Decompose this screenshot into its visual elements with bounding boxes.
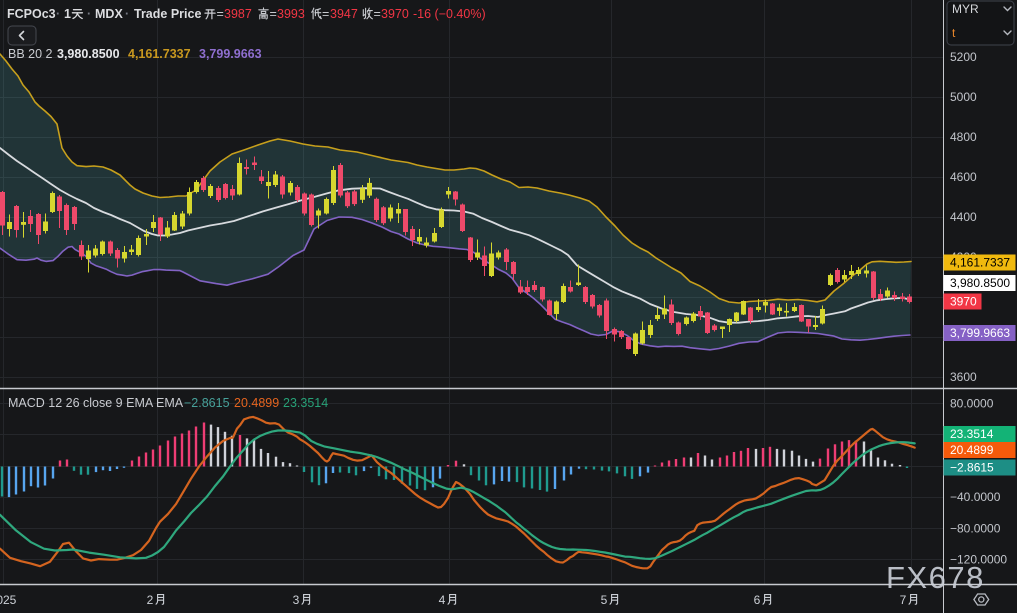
svg-text:4800: 4800 [950, 130, 977, 144]
svg-text:MYR: MYR [952, 2, 979, 16]
svg-text:5000: 5000 [950, 90, 977, 104]
svg-text:5200: 5200 [950, 50, 977, 64]
svg-text:−2.8615: −2.8615 [184, 396, 230, 410]
svg-text:·: · [56, 7, 60, 21]
svg-text:BB 20 2: BB 20 2 [8, 47, 53, 61]
svg-text:=: = [270, 7, 277, 21]
svg-text:=: = [374, 7, 381, 21]
svg-text:2: 2 [147, 593, 154, 607]
svg-text:3,799.9663: 3,799.9663 [950, 326, 1010, 340]
svg-text:3,799.9663: 3,799.9663 [199, 47, 262, 61]
svg-text:23.3514: 23.3514 [950, 427, 994, 441]
svg-text:−80.0000: −80.0000 [950, 521, 1001, 535]
svg-text:3970: 3970 [381, 7, 409, 21]
svg-text:−40.0000: −40.0000 [950, 490, 1001, 504]
svg-text:−2.8615: −2.8615 [950, 461, 994, 475]
svg-text:3: 3 [293, 593, 300, 607]
svg-text:-16 (−0.40%): -16 (−0.40%) [413, 7, 486, 21]
svg-text:4,161.7337: 4,161.7337 [950, 256, 1010, 270]
svg-text:7: 7 [900, 593, 907, 607]
svg-text:3947: 3947 [330, 7, 358, 21]
svg-text:6: 6 [754, 593, 761, 607]
svg-text:3,980.8500: 3,980.8500 [57, 47, 120, 61]
svg-text:2025: 2025 [0, 593, 17, 607]
svg-text:20.4899: 20.4899 [234, 396, 279, 410]
svg-text:·: · [87, 7, 91, 21]
svg-text:=: = [322, 7, 329, 21]
svg-text:20.4899: 20.4899 [950, 443, 994, 457]
svg-text:4600: 4600 [950, 170, 977, 184]
svg-text:5: 5 [601, 593, 608, 607]
svg-text:23.3514: 23.3514 [283, 396, 328, 410]
svg-text:=: = [217, 7, 224, 21]
svg-text:3993: 3993 [277, 7, 305, 21]
svg-text:4400: 4400 [950, 210, 977, 224]
svg-text:1: 1 [64, 7, 71, 21]
svg-text:Trade Price: Trade Price [134, 7, 201, 21]
svg-text:3600: 3600 [950, 370, 977, 384]
svg-text:4,161.7337: 4,161.7337 [128, 47, 191, 61]
svg-text:MACD 12 26 close 9 EMA EMA: MACD 12 26 close 9 EMA EMA [8, 396, 184, 410]
svg-text:4: 4 [439, 593, 446, 607]
svg-text:MDX: MDX [95, 7, 123, 21]
svg-text:·: · [125, 7, 129, 21]
svg-text:3987: 3987 [224, 7, 252, 21]
svg-text:FX678: FX678 [886, 560, 985, 595]
svg-text:3970: 3970 [950, 295, 977, 309]
svg-text:3,980.8500: 3,980.8500 [950, 276, 1010, 290]
svg-text:80.0000: 80.0000 [950, 396, 994, 410]
svg-text:FCPOc3: FCPOc3 [7, 7, 56, 21]
